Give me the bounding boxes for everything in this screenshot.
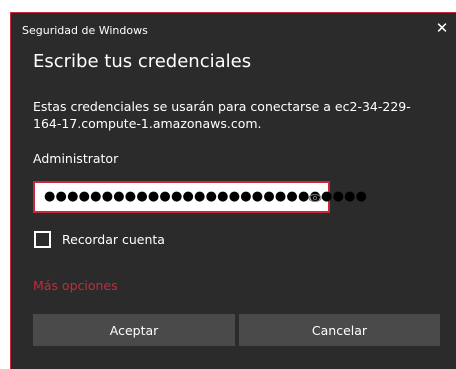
remember-label[interactable]: Recordar cuenta [62, 232, 165, 247]
cancel-button[interactable]: Cancelar [239, 314, 440, 346]
remember-checkbox[interactable] [34, 231, 51, 248]
eye-icon[interactable] [308, 191, 322, 203]
more-options-link[interactable]: Más opciones [33, 278, 118, 293]
username-label: Administrator [33, 151, 119, 166]
password-field[interactable]: ●●●●●●●●●●●●●●●●●●●●●●●●●●●● [33, 181, 367, 213]
close-icon[interactable]: ✕ [434, 20, 450, 36]
desktop-background-left [0, 0, 10, 369]
desktop-background-top [0, 0, 456, 12]
window-title: Seguridad de Windows [22, 24, 148, 37]
dialog-focus-border-top [10, 12, 456, 13]
dialog-focus-border-left [10, 12, 11, 369]
screen: Seguridad de Windows ✕ Escribe tus crede… [0, 0, 456, 369]
dialog-message: Estas credenciales se usarán para conect… [33, 99, 411, 131]
ok-button[interactable]: Aceptar [33, 314, 235, 346]
dialog-heading: Escribe tus credenciales [33, 51, 252, 72]
